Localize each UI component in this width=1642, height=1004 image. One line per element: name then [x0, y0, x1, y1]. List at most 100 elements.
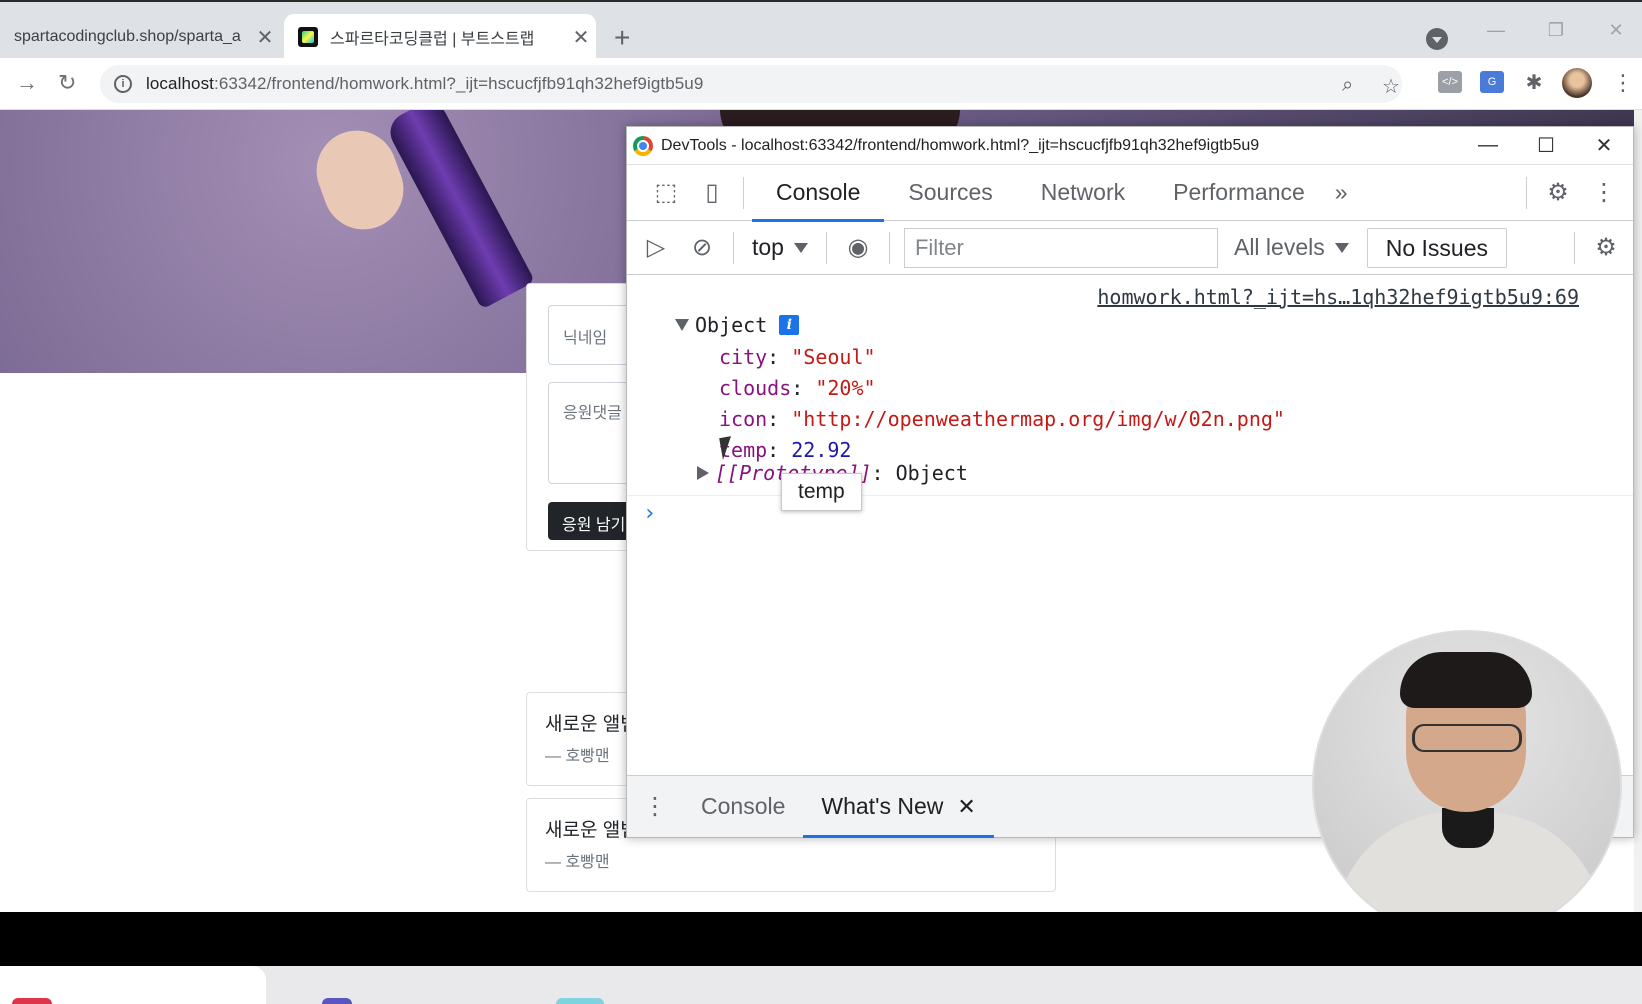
separator — [733, 231, 734, 264]
property-value: "Seoul" — [791, 345, 876, 369]
minimize-icon[interactable]: — — [1476, 20, 1516, 41]
close-window-icon[interactable]: ✕ — [1575, 133, 1633, 158]
inspect-element-icon[interactable]: ⬚ — [643, 170, 689, 216]
source-link[interactable]: homwork.html?_ijt=hs…1qh32hef9igtb5u9:69 — [1097, 285, 1579, 309]
clear-console-icon[interactable]: ⊘ — [679, 225, 725, 271]
new-tab-icon[interactable]: + — [614, 22, 630, 54]
expand-triangle-icon[interactable] — [675, 319, 689, 331]
context-label: top — [752, 234, 784, 260]
drawer-tab-console[interactable]: Console — [683, 776, 803, 838]
customize-menu-icon[interactable]: ⋮ — [1581, 170, 1627, 216]
video-letterbox — [0, 912, 1642, 966]
property-key: city — [719, 345, 768, 369]
console-prompt-icon[interactable]: › — [643, 501, 656, 526]
close-icon[interactable]: ✕ — [250, 25, 280, 50]
extensions-puzzle-icon[interactable]: ✱ — [1522, 71, 1546, 94]
taskbar-app-icon[interactable] — [12, 998, 52, 1004]
pycharm-favicon-icon — [298, 27, 318, 47]
chevron-down-icon — [1334, 242, 1349, 253]
drawer-tab-whats-new[interactable]: What's New ✕ — [803, 776, 995, 838]
comment-author: — 호빵맨 — [545, 854, 610, 871]
extension-code-icon[interactable]: </> — [1438, 71, 1462, 93]
tab-title: 스파르타코딩클럽 | 부트스트랩 — [330, 31, 535, 48]
context-selector[interactable]: top — [742, 234, 818, 261]
zoom-icon[interactable]: ⌕ — [1342, 74, 1353, 97]
console-filterbar: ▷ ⊘ top ◉ Filter All levels No Issues ⚙ — [627, 221, 1633, 275]
reload-icon[interactable]: ↻ — [58, 70, 76, 96]
separator — [743, 176, 744, 209]
page-scrollbar[interactable] — [1634, 110, 1642, 912]
browser-tabstrip: spartacodingclub.shop/sparta_a ✕ 스파르타코딩클… — [0, 0, 1642, 60]
object-toggle[interactable]: Object i — [675, 313, 800, 337]
separator — [627, 495, 1633, 496]
site-info-icon[interactable]: i — [114, 75, 132, 93]
expand-triangle-icon[interactable] — [697, 466, 709, 480]
url-text: localhost:63342/frontend/homwork.html?_i… — [146, 74, 704, 93]
console-settings-gear-icon[interactable]: ⚙ — [1583, 225, 1629, 271]
browser-tab-inactive[interactable]: spartacodingclub.shop/sparta_a ✕ — [0, 14, 280, 60]
property-row[interactable]: clouds: "20%" — [719, 376, 876, 400]
settings-gear-icon[interactable]: ⚙ — [1535, 170, 1581, 216]
webcam-overlay — [1312, 630, 1622, 940]
tab-title: spartacodingclub.shop/sparta_a — [14, 28, 241, 45]
console-filter-input[interactable]: Filter — [903, 227, 1218, 268]
property-key: icon — [719, 407, 768, 431]
webcam-neck — [1442, 808, 1494, 848]
bookmark-star-icon[interactable]: ☆ — [1382, 74, 1400, 99]
tooltip: temp — [781, 473, 862, 511]
hero-microphone — [383, 110, 536, 310]
log-levels-dropdown[interactable]: All levels — [1234, 234, 1349, 261]
devtools-title: DevTools - localhost:63342/frontend/homw… — [661, 136, 1260, 154]
chevron-down-icon — [793, 242, 808, 253]
close-window-icon[interactable]: ✕ — [1596, 20, 1636, 41]
sidebar-toggle-icon[interactable]: ▷ — [633, 225, 679, 271]
separator — [1574, 231, 1575, 264]
forward-icon[interactable]: → — [16, 70, 38, 96]
tab-sources[interactable]: Sources — [884, 165, 1016, 221]
browser-toolbar: → ↻ i localhost:63342/frontend/homwork.h… — [0, 58, 1642, 110]
devtools-tabbar: ⬚ ▯ Console Sources Network Performance … — [627, 165, 1633, 222]
drawer-tab-label: What's New — [821, 793, 944, 819]
webcam-glasses — [1412, 724, 1522, 752]
live-expression-eye-icon[interactable]: ◉ — [835, 225, 881, 271]
property-value: "http://openweathermap.org/img/w/02n.png… — [791, 407, 1285, 431]
object-label: Object — [695, 313, 768, 337]
restore-icon[interactable]: ❐ — [1536, 20, 1576, 41]
maximize-icon[interactable]: ☐ — [1517, 133, 1575, 158]
separator — [1526, 176, 1527, 209]
tab-search-icon[interactable] — [1426, 28, 1448, 50]
browser-menu-icon[interactable]: ⋮ — [1612, 70, 1634, 96]
tab-performance[interactable]: Performance — [1149, 165, 1329, 221]
minimize-icon[interactable]: — — [1459, 134, 1517, 157]
separator — [888, 231, 890, 264]
webcam-hair — [1400, 652, 1532, 708]
property-row[interactable]: city: "Seoul" — [719, 345, 876, 369]
tab-network[interactable]: Network — [1017, 165, 1149, 221]
devtools-titlebar: DevTools - localhost:63342/frontend/homw… — [627, 127, 1633, 165]
profile-avatar[interactable] — [1562, 68, 1592, 98]
levels-label: All levels — [1233, 234, 1325, 260]
separator — [825, 231, 827, 264]
device-toolbar-icon[interactable]: ▯ — [689, 170, 735, 216]
taskbar — [0, 966, 1642, 1004]
address-bar[interactable]: i localhost:63342/frontend/homwork.html?… — [100, 65, 1402, 103]
more-tabs-icon[interactable]: » — [1329, 165, 1354, 221]
property-key: clouds — [719, 376, 792, 400]
property-value: "20%" — [815, 376, 876, 400]
close-icon[interactable]: ✕ — [566, 25, 596, 50]
property-row[interactable]: temp: 22.92 — [719, 438, 851, 462]
chrome-logo-icon — [633, 135, 653, 156]
close-icon[interactable]: ✕ — [957, 794, 975, 820]
info-badge-icon[interactable]: i — [779, 315, 800, 335]
issues-button[interactable]: No Issues — [1366, 227, 1508, 268]
taskbar-app-icon[interactable] — [322, 998, 352, 1004]
tab-console[interactable]: Console — [752, 165, 885, 222]
drawer-menu-icon[interactable]: ⋮ — [627, 792, 683, 821]
extension-translate-icon[interactable]: G — [1480, 71, 1504, 93]
property-value: 22.92 — [791, 438, 852, 462]
screen: spartacodingclub.shop/sparta_a ✕ 스파르타코딩클… — [0, 0, 1642, 1004]
property-row[interactable]: icon: "http://openweathermap.org/img/w/0… — [719, 407, 1285, 431]
taskbar-app-icon[interactable] — [556, 998, 604, 1004]
browser-tab-active[interactable]: 스파르타코딩클럽 | 부트스트랩 ✕ — [284, 14, 596, 60]
prototype-value: : Object — [871, 461, 968, 485]
